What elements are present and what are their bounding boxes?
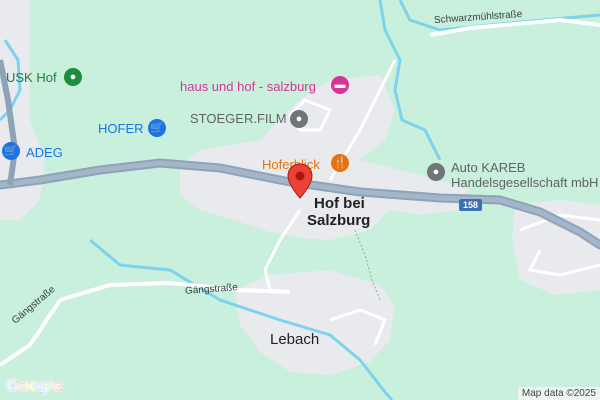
place-hof-bei-salzburg-line2[interactable]: Salzburg: [307, 212, 370, 229]
poi-auto-kareb-label-line2[interactable]: Handelsgesellschaft mbH: [451, 175, 598, 190]
built-area-lebach: [235, 270, 395, 375]
river-north: [378, 0, 442, 161]
pin-icon[interactable]: ●: [290, 110, 308, 128]
poi-adeg-label[interactable]: ADEG: [26, 145, 63, 160]
poi-hofer-label[interactable]: HOFER: [98, 121, 144, 136]
hotel-bed-icon[interactable]: ▬: [331, 76, 349, 94]
poi-usk-hof-label[interactable]: USK Hof: [6, 70, 57, 85]
pin-icon[interactable]: ●: [64, 68, 82, 86]
place-lebach[interactable]: Lebach: [270, 331, 319, 348]
poi-haus-und-hof-label[interactable]: haus und hof - salzburg: [180, 79, 316, 94]
poi-stoeger-film-label[interactable]: STOEGER.FILM: [190, 111, 287, 126]
place-hof-bei-salzburg-line1[interactable]: Hof bei: [314, 195, 365, 212]
pin-icon[interactable]: ●: [427, 163, 445, 181]
road-shield-158: 158: [459, 199, 483, 211]
google-logo: Google: [6, 376, 63, 396]
shopping-cart-icon[interactable]: 🛒: [2, 142, 20, 160]
shopping-cart-icon[interactable]: 🛒: [148, 119, 166, 137]
restaurant-icon[interactable]: 🍴: [331, 154, 349, 172]
google-logo-text: Google: [6, 376, 63, 395]
built-area-east: [512, 200, 600, 295]
map-attribution[interactable]: Map data ©2025: [517, 387, 600, 400]
location-marker-icon[interactable]: [287, 163, 313, 199]
map-canvas[interactable]: ● USK Hof 🛒 HOFER 🛒 ADEG haus und hof - …: [0, 0, 600, 400]
poi-auto-kareb-label[interactable]: Auto KAREB: [451, 160, 525, 175]
